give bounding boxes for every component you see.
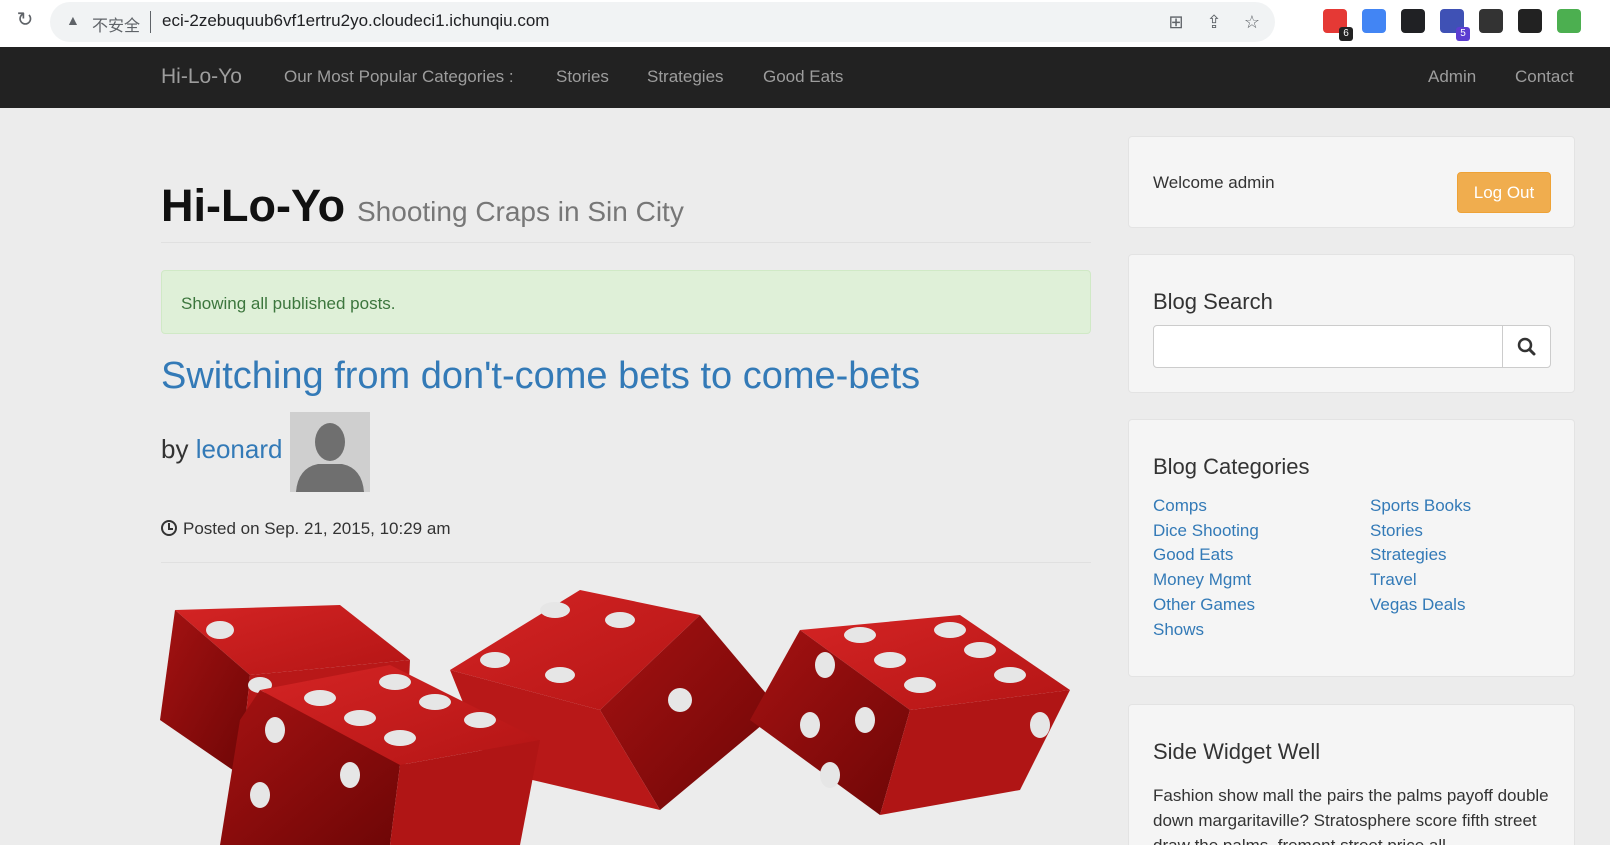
ext-1-icon[interactable]: 6 [1323,9,1353,41]
category-link-sports-books[interactable]: Sports Books [1370,496,1471,516]
category-link-shows[interactable]: Shows [1153,620,1204,640]
category-link-comps[interactable]: Comps [1153,496,1207,516]
address-separator [150,11,151,33]
side-widget-well: Side Widget Well Fashion show mall the p… [1128,704,1575,845]
post-byline: by leonard [161,434,282,465]
browser-toolbar: ↻ ▲ 不安全 eci-2zebuquub6vf1ertru2yo.cloude… [0,0,1610,47]
category-link-other-games[interactable]: Other Games [1153,595,1255,615]
ext-monitor-icon[interactable] [1401,9,1425,33]
nav-item-stories[interactable]: Stories [556,67,609,87]
blog-search-well: Blog Search [1128,254,1575,393]
navbar-brand[interactable]: Hi-Lo-Yo [161,65,242,89]
welcome-text: Welcome admin [1153,173,1275,192]
blog-search-title: Blog Search [1153,289,1273,314]
site-navbar: Hi-Lo-Yo Our Most Popular Categories : S… [0,47,1610,108]
side-widget-title: Side Widget Well [1153,739,1321,764]
nav-popular-label: Our Most Popular Categories : [284,67,514,86]
blog-categories-title: Blog Categories [1153,454,1310,479]
clock-icon [161,520,177,536]
post-image-dice [160,590,1070,845]
divider [161,562,1091,563]
nav-item-strategies[interactable]: Strategies [647,67,724,87]
die-front-right [750,615,1070,815]
nav-item-admin[interactable]: Admin [1428,67,1476,87]
category-link-good-eats[interactable]: Good Eats [1153,545,1233,565]
welcome-well: Welcome admin Log Out [1128,136,1575,228]
post-date: Posted on Sep. 21, 2015, 10:29 am [161,519,450,539]
side-widget-text: Fashion show mall the pairs the palms pa… [1153,786,1549,845]
category-link-travel[interactable]: Travel [1370,570,1417,590]
insecure-label: 不安全 [92,16,141,35]
reload-icon[interactable]: ↻ [14,9,36,31]
site-title: Hi-Lo-Yo [161,180,346,231]
alert-text: Showing all published posts. [181,294,396,313]
category-link-dice-shooting[interactable]: Dice Shooting [1153,521,1259,541]
divider [161,242,1091,243]
ext-5-icon[interactable] [1479,9,1503,33]
author-link[interactable]: leonard [196,434,283,464]
search-button[interactable] [1502,325,1551,368]
post-title-link[interactable]: Switching from don't-come bets to come-b… [161,355,920,398]
posted-text: Posted on Sep. 21, 2015, 10:29 am [183,519,451,538]
bookmark-star-icon[interactable]: ☆ [1240,10,1264,34]
category-link-money-mgmt[interactable]: Money Mgmt [1153,570,1251,590]
category-link-vegas-deals[interactable]: Vegas Deals [1370,595,1465,615]
blog-categories-well: Blog Categories Comps Dice Shooting Good… [1128,419,1575,677]
url-text[interactable]: eci-2zebuquub6vf1ertru2yo.cloudeci1.ichu… [162,11,549,31]
search-icon [1517,337,1536,356]
ext-6-icon[interactable] [1518,9,1542,33]
ext-translate-icon[interactable] [1362,9,1386,33]
translate-icon[interactable]: ⊞ [1164,10,1188,34]
avatar-silhouette-icon [290,412,370,492]
byline-prefix: by [161,434,189,464]
ext-7-icon[interactable] [1557,9,1581,33]
nav-item-good-eats[interactable]: Good Eats [763,67,843,87]
ext-4-icon[interactable]: 5 [1440,9,1470,41]
address-bar[interactable]: ▲ 不安全 eci-2zebuquub6vf1ertru2yo.cloudeci… [50,2,1275,42]
warning-icon: ▲ [66,12,80,28]
logout-button[interactable]: Log Out [1457,172,1551,213]
site-subtitle: Shooting Craps in Sin City [357,196,684,227]
share-icon[interactable]: ⇪ [1202,10,1226,34]
avatar [290,412,370,492]
status-alert: Showing all published posts. [161,270,1091,334]
search-input[interactable] [1153,325,1503,368]
extension-badge: 5 [1456,27,1470,41]
category-link-stories[interactable]: Stories [1370,521,1423,541]
nav-item-contact[interactable]: Contact [1515,67,1574,87]
category-link-strategies[interactable]: Strategies [1370,545,1447,565]
extension-badge: 6 [1339,27,1353,41]
